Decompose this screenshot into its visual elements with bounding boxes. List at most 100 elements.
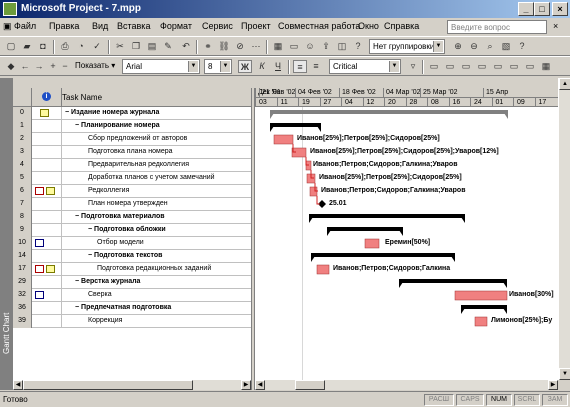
table-scroll-thumb[interactable] xyxy=(23,380,193,390)
task-name-cell[interactable]: − Планирование номера xyxy=(75,122,160,129)
spelling-icon[interactable]: ✓ xyxy=(90,40,104,53)
indent-right-icon[interactable]: → xyxy=(32,60,46,73)
scroll-left-icon[interactable]: ◀ xyxy=(255,380,265,390)
gantt-horizontal-scrollbar[interactable]: ◀ ▶ xyxy=(255,380,558,390)
table-row[interactable]: 1 − Планирование номера xyxy=(13,120,251,133)
task-name-cell[interactable]: Коррекция xyxy=(88,317,122,324)
goto-task-icon[interactable]: ⌕ xyxy=(483,40,497,53)
view-icon-2[interactable]: ▭ xyxy=(459,60,473,73)
task-name-cell[interactable]: Подготовка плана номера xyxy=(88,148,173,155)
row-id[interactable]: 32 xyxy=(13,289,32,302)
help-icon[interactable]: ? xyxy=(351,40,365,53)
table-row[interactable]: 39 Коррекция xyxy=(13,315,251,328)
grouping-select[interactable]: Нет группировки ▼ xyxy=(369,39,445,54)
table-row[interactable]: 0 − Издание номера журнала xyxy=(13,107,251,120)
row-id[interactable]: 2 xyxy=(13,133,32,146)
table-row[interactable]: 10 Отбор модели xyxy=(13,237,251,250)
view-bar[interactable]: Gantt Chart xyxy=(0,78,13,390)
view-icon-7[interactable]: ▦ xyxy=(539,60,553,73)
menu-file[interactable]: Файл xyxy=(14,21,36,31)
table-row[interactable]: 2 Сбор предложений от авторов xyxy=(13,133,251,146)
task-name-cell[interactable]: Отбор модели xyxy=(97,239,144,246)
underline-button[interactable]: Ч xyxy=(271,60,285,73)
hide-subtasks-icon[interactable]: − xyxy=(58,60,72,73)
scroll-left-icon[interactable]: ◀ xyxy=(13,380,23,390)
scroll-right-icon[interactable]: ▶ xyxy=(548,380,558,390)
task-name-cell[interactable]: − Верстка журнала xyxy=(75,278,140,285)
row-id[interactable]: 14 xyxy=(13,250,32,263)
menu-help[interactable]: Справка xyxy=(384,21,419,31)
link-tasks-icon[interactable]: ⛓ xyxy=(217,40,231,53)
summary-bar[interactable] xyxy=(311,253,455,257)
open-icon[interactable]: ▰ xyxy=(20,40,34,53)
row-id[interactable]: 17 xyxy=(13,263,32,276)
cut-icon[interactable]: ✂ xyxy=(113,40,127,53)
row-id[interactable]: 29 xyxy=(13,276,32,289)
menu-format[interactable]: Формат xyxy=(160,21,192,31)
task-name-cell[interactable]: − Подготовка текстов xyxy=(88,252,162,259)
task-name-cell[interactable]: Доработка планов с учетом замечаний xyxy=(88,174,215,181)
task-name-cell[interactable]: Сбор предложений от авторов xyxy=(88,135,187,142)
save-icon[interactable]: ◘ xyxy=(36,40,50,53)
view-icon-6[interactable]: ▭ xyxy=(523,60,537,73)
indicators-column-header[interactable]: i xyxy=(32,88,62,107)
table-horizontal-scrollbar[interactable]: ◀ ▶ xyxy=(13,380,251,390)
task-name-cell[interactable]: − Предпечатная подготовка xyxy=(75,304,171,311)
vertical-scrollbar[interactable]: ▲ ▼ xyxy=(558,78,570,380)
row-id[interactable]: 8 xyxy=(13,211,32,224)
summary-bar[interactable] xyxy=(399,279,507,283)
summary-bar[interactable] xyxy=(461,305,507,309)
row-id[interactable]: 0 xyxy=(13,107,32,120)
new-icon[interactable]: ▢ xyxy=(4,40,18,53)
copy-picture-icon[interactable]: ◫ xyxy=(335,40,349,53)
table-row[interactable]: 14 − Подготовка текстов xyxy=(13,250,251,263)
copy-icon[interactable]: ❐ xyxy=(129,40,143,53)
bold-button[interactable]: Ж xyxy=(238,60,252,73)
indent-left-icon[interactable]: ← xyxy=(18,60,32,73)
row-id[interactable]: 3 xyxy=(13,146,32,159)
split-task-icon[interactable]: ⋯ xyxy=(249,40,263,53)
table-row[interactable]: 6 Редколлегия xyxy=(13,185,251,198)
align-center-icon[interactable]: ≡ xyxy=(309,60,323,73)
menu-edit[interactable]: Правка xyxy=(49,21,79,31)
row-id[interactable]: 39 xyxy=(13,315,32,328)
menu-collaborate[interactable]: Совместная работа xyxy=(278,21,360,31)
minimize-button[interactable]: _ xyxy=(518,2,534,16)
table-row[interactable]: 29 − Верстка журнала xyxy=(13,276,251,289)
print-preview-icon[interactable]: ◔ xyxy=(74,40,88,53)
task-bar[interactable] xyxy=(273,134,294,145)
scroll-up-icon[interactable]: ▲ xyxy=(559,78,570,90)
font-size-select[interactable]: 8 ▼ xyxy=(204,59,232,74)
font-select[interactable]: Arial ▼ xyxy=(122,59,200,74)
options-icon[interactable]: ? xyxy=(515,40,529,53)
scroll-right-icon[interactable]: ▶ xyxy=(241,380,251,390)
row-id[interactable]: 36 xyxy=(13,302,32,315)
task-notes-icon[interactable]: ▭ xyxy=(287,40,301,53)
task-info-icon[interactable]: ▦ xyxy=(271,40,285,53)
table-row[interactable]: 32 Сверка xyxy=(13,289,251,302)
table-row[interactable]: 9 − Подготовка обложки xyxy=(13,224,251,237)
task-bar[interactable] xyxy=(364,238,380,249)
doc-close-icon[interactable]: × xyxy=(553,21,558,31)
task-name-column-header[interactable]: Task Name xyxy=(62,93,102,102)
menu-window[interactable]: Окно xyxy=(358,21,379,31)
view-icon-4[interactable]: ▭ xyxy=(491,60,505,73)
row-id[interactable]: 5 xyxy=(13,172,32,185)
table-row[interactable]: 17 Подготовка редакционных заданий xyxy=(13,263,251,276)
outdent-icon[interactable]: ◆ xyxy=(4,60,18,73)
undo-icon[interactable]: ↶ xyxy=(179,40,193,53)
row-id[interactable]: 6 xyxy=(13,185,32,198)
close-button[interactable]: × xyxy=(552,2,568,16)
ask-question-input[interactable]: Введите вопрос xyxy=(447,20,547,34)
task-name-cell[interactable]: − Подготовка материалов xyxy=(75,213,165,220)
zoom-in-icon[interactable]: ⊕ xyxy=(451,40,465,53)
menu-view[interactable]: Вид xyxy=(92,21,108,31)
task-name-cell[interactable]: План номера утвержден xyxy=(88,200,168,207)
gantt-scroll-thumb[interactable] xyxy=(295,380,325,390)
row-id[interactable]: 1 xyxy=(13,120,32,133)
row-id[interactable]: 9 xyxy=(13,224,32,237)
summary-bar[interactable] xyxy=(270,123,321,127)
task-bar[interactable] xyxy=(474,316,488,327)
autofilter-icon[interactable]: ▿ xyxy=(406,60,420,73)
id-column-header[interactable] xyxy=(13,88,32,107)
